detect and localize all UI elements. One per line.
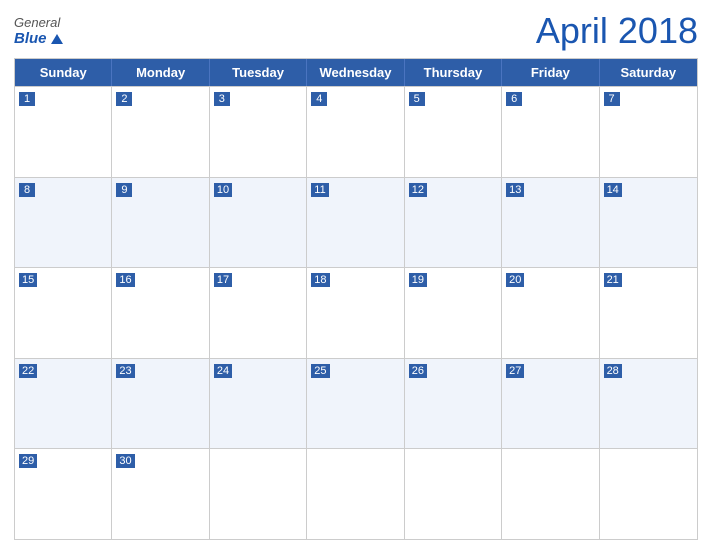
day-number-22: 22 (19, 364, 37, 378)
day-cell-3-6: 28 (600, 359, 697, 449)
week-row-1: 1 2 3 4 5 6 7 (15, 86, 697, 177)
day-number-26: 26 (409, 364, 427, 378)
day-cell-4-1: 30 (112, 449, 209, 539)
day-cell-3-3: 25 (307, 359, 404, 449)
day-number-1: 1 (19, 92, 35, 106)
day-cell-1-3: 11 (307, 178, 404, 268)
day-cell-4-6 (600, 449, 697, 539)
day-cell-4-5 (502, 449, 599, 539)
header-tuesday: Tuesday (210, 59, 307, 86)
day-number-27: 27 (506, 364, 524, 378)
day-number-17: 17 (214, 273, 232, 287)
day-cell-1-4: 12 (405, 178, 502, 268)
day-number-14: 14 (604, 183, 622, 197)
header-saturday: Saturday (600, 59, 697, 86)
day-number-28: 28 (604, 364, 622, 378)
week-row-5: 29 30 (15, 448, 697, 539)
day-number-2: 2 (116, 92, 132, 106)
day-number-15: 15 (19, 273, 37, 287)
day-number-23: 23 (116, 364, 134, 378)
header-friday: Friday (502, 59, 599, 86)
day-cell-0-2: 3 (210, 87, 307, 177)
day-cell-3-5: 27 (502, 359, 599, 449)
calendar: Sunday Monday Tuesday Wednesday Thursday… (14, 58, 698, 540)
day-number-20: 20 (506, 273, 524, 287)
day-cell-0-0: 1 (15, 87, 112, 177)
day-cell-4-3 (307, 449, 404, 539)
day-number-16: 16 (116, 273, 134, 287)
day-number-30: 30 (116, 454, 134, 468)
day-cell-0-5: 6 (502, 87, 599, 177)
day-cell-2-0: 15 (15, 268, 112, 358)
day-cell-4-0: 29 (15, 449, 112, 539)
day-number-25: 25 (311, 364, 329, 378)
header-sunday: Sunday (15, 59, 112, 86)
day-cell-4-4 (405, 449, 502, 539)
day-cell-1-0: 8 (15, 178, 112, 268)
day-number-9: 9 (116, 183, 132, 197)
day-cell-3-2: 24 (210, 359, 307, 449)
day-cell-2-2: 17 (210, 268, 307, 358)
day-cell-1-6: 14 (600, 178, 697, 268)
day-number-29: 29 (19, 454, 37, 468)
day-cell-3-1: 23 (112, 359, 209, 449)
logo: General Blue (14, 15, 63, 47)
page: General Blue April 2018 Sunday Monday Tu… (0, 0, 712, 550)
day-headers: Sunday Monday Tuesday Wednesday Thursday… (15, 59, 697, 86)
header-wednesday: Wednesday (307, 59, 404, 86)
day-cell-2-6: 21 (600, 268, 697, 358)
day-number-11: 11 (311, 183, 328, 197)
header: General Blue April 2018 (14, 10, 698, 52)
day-number-6: 6 (506, 92, 522, 106)
calendar-title: April 2018 (536, 10, 698, 52)
day-cell-1-5: 13 (502, 178, 599, 268)
day-number-4: 4 (311, 92, 327, 106)
day-cell-2-5: 20 (502, 268, 599, 358)
day-cell-2-4: 19 (405, 268, 502, 358)
day-cell-3-4: 26 (405, 359, 502, 449)
logo-triangle-icon (51, 34, 63, 44)
day-cell-2-1: 16 (112, 268, 209, 358)
day-cell-1-1: 9 (112, 178, 209, 268)
day-cell-0-3: 4 (307, 87, 404, 177)
week-row-3: 15 16 17 18 19 20 21 (15, 267, 697, 358)
day-cell-1-2: 10 (210, 178, 307, 268)
day-number-13: 13 (506, 183, 524, 197)
day-number-8: 8 (19, 183, 35, 197)
day-number-12: 12 (409, 183, 427, 197)
day-cell-2-3: 18 (307, 268, 404, 358)
weeks: 1234567891011121314151617181920212223242… (15, 86, 697, 539)
day-cell-3-0: 22 (15, 359, 112, 449)
day-cell-0-6: 7 (600, 87, 697, 177)
day-number-24: 24 (214, 364, 232, 378)
day-cell-0-4: 5 (405, 87, 502, 177)
day-number-19: 19 (409, 273, 427, 287)
day-cell-0-1: 2 (112, 87, 209, 177)
week-row-4: 22 23 24 25 26 27 28 (15, 358, 697, 449)
header-monday: Monday (112, 59, 209, 86)
day-number-7: 7 (604, 92, 620, 106)
day-number-10: 10 (214, 183, 232, 197)
logo-general: General (14, 15, 60, 30)
day-number-3: 3 (214, 92, 230, 106)
day-number-5: 5 (409, 92, 425, 106)
logo-blue-text: Blue (14, 30, 47, 47)
day-number-18: 18 (311, 273, 329, 287)
logo-blue: Blue (14, 30, 63, 47)
day-number-21: 21 (604, 273, 622, 287)
week-row-2: 8 9 10 11 12 13 14 (15, 177, 697, 268)
day-cell-4-2 (210, 449, 307, 539)
header-thursday: Thursday (405, 59, 502, 86)
